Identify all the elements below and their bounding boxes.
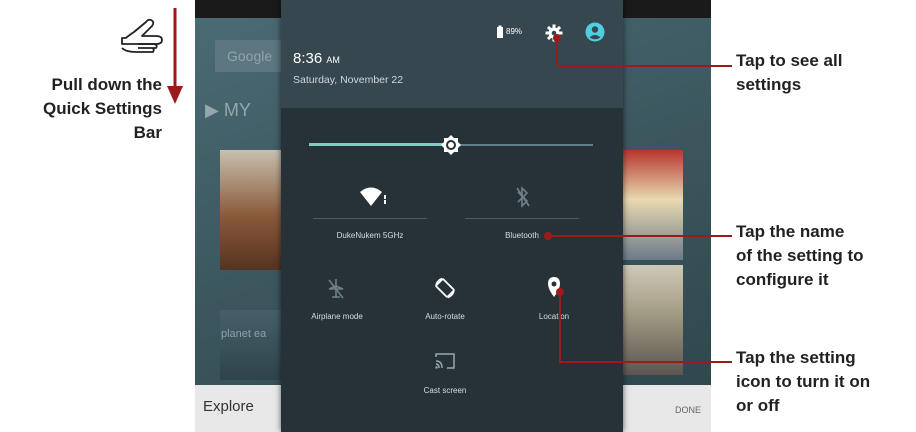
clock: 8:36 AM bbox=[293, 50, 340, 67]
wifi-icon[interactable] bbox=[359, 186, 387, 208]
magazine-cover-right-lower[interactable] bbox=[623, 265, 683, 375]
play-heading-text: MY bbox=[223, 100, 251, 120]
callout-name-dot bbox=[544, 232, 552, 240]
brightness-icon[interactable] bbox=[440, 134, 462, 156]
callout-settings-line bbox=[556, 65, 732, 67]
account-icon[interactable] bbox=[585, 22, 605, 42]
airplane-icon[interactable] bbox=[327, 278, 345, 300]
cast-label[interactable]: Cast screen bbox=[385, 386, 505, 395]
bluetooth-divider bbox=[465, 218, 579, 219]
callout-icon-dot bbox=[556, 288, 564, 296]
callout-icon-line bbox=[559, 361, 732, 363]
location-label[interactable]: Location bbox=[494, 312, 614, 321]
auto-rotate-label[interactable]: Auto-rotate bbox=[385, 312, 505, 321]
clock-time: 8:36 bbox=[293, 50, 323, 67]
planet-earth-text: planet ea bbox=[221, 328, 267, 340]
wifi-divider bbox=[313, 218, 427, 219]
down-arrow-icon bbox=[167, 8, 183, 104]
callout-icon-stem bbox=[559, 292, 561, 362]
date-label: Saturday, November 22 bbox=[293, 74, 404, 86]
play-store-heading: ▶ MY bbox=[205, 100, 251, 120]
callout-icon-text: Tap the setting icon to turn it on or of… bbox=[736, 348, 871, 415]
explore-label: Explore bbox=[203, 398, 254, 415]
pull-down-instruction: Pull down the Quick Settings Bar bbox=[42, 75, 162, 142]
cast-icon[interactable] bbox=[434, 352, 456, 370]
callout-name-line bbox=[548, 235, 732, 237]
callout-settings-dot bbox=[553, 34, 561, 42]
pointing-hand-icon bbox=[121, 18, 163, 53]
battery-percent: 89% bbox=[506, 27, 523, 36]
clock-ampm: AM bbox=[326, 55, 340, 65]
magazine-cover-right[interactable] bbox=[623, 150, 683, 260]
brightness-slider-fill bbox=[309, 143, 451, 146]
auto-rotate-icon[interactable] bbox=[433, 276, 457, 300]
bluetooth-icon[interactable] bbox=[515, 186, 531, 208]
callout-name-text: Tap the name of the setting to configure… bbox=[736, 222, 864, 289]
book-cover-left-lower[interactable] bbox=[220, 310, 285, 380]
quick-settings-header: 8:36 AM Saturday, November 22 89% bbox=[281, 0, 623, 108]
callout-settings-text: Tap to see all settings bbox=[736, 51, 843, 94]
book-cover-left[interactable] bbox=[220, 150, 285, 270]
wifi-label[interactable]: DukeNukem 5GHz bbox=[310, 231, 430, 240]
callout-settings-stem bbox=[556, 38, 558, 66]
done-label[interactable]: DONE bbox=[675, 405, 701, 415]
airplane-label[interactable]: Airplane mode bbox=[277, 312, 397, 321]
